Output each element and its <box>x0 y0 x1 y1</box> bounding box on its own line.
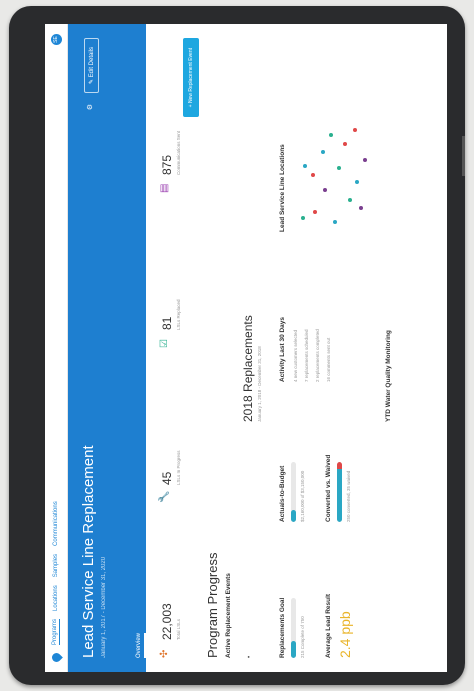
map-location-dot[interactable] <box>321 150 325 154</box>
stat-total: ✣ 22,003 Total LSLs <box>159 503 200 658</box>
converted-title: Converted vs. Waived <box>325 454 332 522</box>
page-title: Lead Service Line Replacement <box>80 445 97 658</box>
map-location-dot[interactable] <box>329 133 333 137</box>
activity-item-2: 7 replacements scheduled <box>304 329 309 382</box>
section-title: Program Progress <box>205 552 220 658</box>
new-event-label: New Replacement Event <box>188 48 194 104</box>
map-location-dot[interactable] <box>313 210 317 214</box>
activity-item-1: 4 new customers selected <box>293 329 298 382</box>
edit-details-button[interactable]: ✎ Edit Details <box>84 38 99 94</box>
budget-progress-bar <box>291 462 296 522</box>
network-icon: ✣ <box>159 649 170 658</box>
locations-map[interactable] <box>293 122 373 232</box>
map-location-dot[interactable] <box>333 220 337 224</box>
app-root: Programs Locations Samples Communication… <box>45 24 447 672</box>
goal-progress-fill <box>291 640 296 658</box>
locations-title: Lead Service Line Locations <box>279 144 286 232</box>
program-header: Lead Service Line Replacement January 1,… <box>68 24 146 672</box>
stats-row: ✣ 22,003 Total LSLs 🔧 45 LSLs In Progress … <box>146 24 200 672</box>
nav-samples[interactable]: Samples <box>53 554 59 577</box>
stat-progress-label: LSLs In Progress <box>176 450 181 485</box>
activity-item-4: 16 comments sent out <box>326 337 331 382</box>
stat-comms-value: 875 <box>160 154 174 175</box>
stat-comms-label: Communications Sent <box>176 130 181 175</box>
new-replacement-event-button[interactable]: + New Replacement Event <box>183 38 199 118</box>
map-location-dot[interactable] <box>343 142 347 146</box>
stat-replaced: ☑ 81 LSLs Replaced <box>159 193 200 348</box>
tablet-frame: Programs Locations Samples Communication… <box>9 6 465 685</box>
nav-locations[interactable]: Locations <box>53 585 59 611</box>
replacements-year-title: 2018 Replacements <box>241 315 255 422</box>
activity-item-3: 2 replacements completed <box>315 329 320 382</box>
map-location-dot[interactable] <box>323 188 327 192</box>
goal-progress-bar <box>291 598 296 658</box>
gear-icon[interactable]: ⚙ <box>86 104 94 110</box>
user-avatar[interactable]: SE <box>50 34 62 45</box>
budget-text: $2,160,000 of $3,150,000 <box>300 470 305 522</box>
active-events-label: Active Replacement Events <box>225 573 232 658</box>
nav-communications[interactable]: Communications <box>53 501 59 546</box>
activity-title: Activity Last 30 Days <box>279 316 286 382</box>
map-location-dot[interactable] <box>311 173 315 177</box>
map-location-dot[interactable] <box>301 216 305 220</box>
goal-text: 215 Complete of 750 <box>300 616 305 658</box>
converted-progress-bar <box>337 462 342 522</box>
lead-result-title: Average Lead Result <box>325 593 332 658</box>
top-nav: Programs Locations Samples Communication… <box>45 24 68 672</box>
goal-title: Replacements Goal <box>279 597 286 658</box>
tablet-screen: Programs Locations Samples Communication… <box>45 24 447 672</box>
program-dates: January 1, 2017 - December 31, 2020 <box>101 556 107 658</box>
map-location-dot[interactable] <box>303 164 307 168</box>
budget-title: Actuals-to-Budget <box>279 465 286 522</box>
converted-text: 250 converted, 35 waived <box>346 470 351 522</box>
document-icon: ▤ <box>159 183 170 193</box>
stat-replaced-label: LSLs Replaced <box>176 299 181 330</box>
map-location-dot[interactable] <box>348 198 352 202</box>
replacements-year-dates: January 1, 2018 - December 31, 2018 <box>257 346 262 422</box>
map-location-dot[interactable] <box>363 158 367 162</box>
edit-details-label: Edit Details <box>89 47 95 78</box>
volume-button <box>462 136 465 176</box>
water-drop-logo-icon <box>49 651 63 664</box>
stat-total-label: Total LSLs <box>176 618 181 640</box>
nav-programs[interactable]: Programs <box>52 618 60 645</box>
map-location-dot[interactable] <box>355 180 359 184</box>
budget-progress-fill <box>291 510 296 522</box>
tab-overview[interactable]: Overview <box>136 632 146 658</box>
monitoring-footer: YTD Water Quality Monitoring <box>385 330 392 422</box>
bullet-icon: • <box>247 655 253 658</box>
stat-progress-value: 45 <box>160 471 174 485</box>
converted-progress-fill <box>337 462 342 522</box>
wrench-icon: 🔧 <box>159 490 170 503</box>
checkbox-icon: ☑ <box>159 339 170 348</box>
map-location-dot[interactable] <box>337 166 341 170</box>
lead-result-value: 2.4 ppb <box>337 611 353 658</box>
map-location-dot[interactable] <box>353 128 357 132</box>
stat-replaced-value: 81 <box>160 316 174 330</box>
stat-total-value: 22,003 <box>160 603 174 640</box>
stat-in-progress: 🔧 45 LSLs In Progress <box>159 348 200 503</box>
map-location-dot[interactable] <box>359 206 363 210</box>
